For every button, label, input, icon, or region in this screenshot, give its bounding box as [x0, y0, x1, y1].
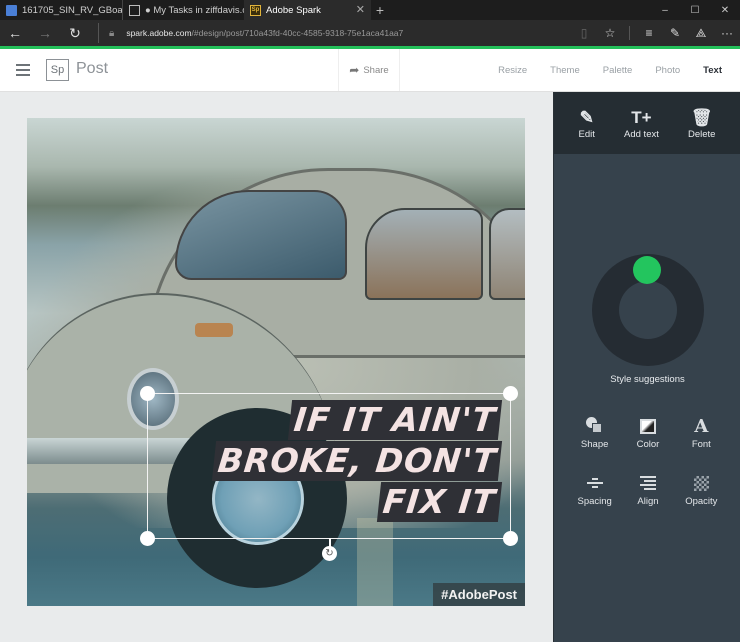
panel-top-tools: ✎ Edit T+ Add text 🗑 Delete	[554, 92, 740, 154]
tab-label: ● My Tasks in ziffdavis.com -	[145, 4, 244, 16]
more-icon[interactable]: ···	[714, 26, 740, 40]
dial-knob[interactable]	[633, 256, 661, 284]
new-tab-button[interactable]: +	[371, 0, 389, 20]
nav-theme[interactable]: Theme	[550, 65, 580, 76]
app-title: Post	[76, 60, 109, 77]
quote-line: BROKE, DON'T	[211, 441, 503, 481]
photo-rear-window	[489, 208, 525, 300]
browser-tab-gboard[interactable]: 161705_SIN_RV_GBoard for	[0, 0, 122, 20]
toolbar-divider	[629, 26, 630, 40]
pencil-icon: ✎	[579, 107, 594, 127]
browser-tab-bar: 161705_SIN_RV_GBoard for ● My Tasks in z…	[0, 0, 740, 20]
favorite-star-icon[interactable]: ☆	[597, 26, 623, 40]
shape-tool[interactable]: Shape	[568, 415, 621, 450]
tab-label: 161705_SIN_RV_GBoard for	[22, 4, 122, 16]
opacity-icon	[690, 472, 712, 494]
dial-center	[619, 281, 677, 339]
workspace: IF IT AIN'T BROKE, DON'T FIX IT ↻ #Adobe…	[0, 92, 553, 642]
add-text-button[interactable]: T+ Add text	[624, 107, 659, 140]
post-canvas[interactable]: IF IT AIN'T BROKE, DON'T FIX IT ↻ #Adobe…	[27, 118, 525, 606]
top-nav: Resize Theme Palette Photo Text	[475, 49, 722, 91]
align-label: Align	[637, 496, 659, 507]
color-label: Color	[636, 439, 660, 450]
minimize-button[interactable]: –	[650, 0, 680, 20]
forward-button[interactable]: →	[30, 25, 60, 41]
spark-logo: Sp	[46, 59, 69, 81]
quote-line: IF IT AIN'T	[288, 400, 503, 440]
quote-line: FIX IT	[377, 482, 503, 522]
font-label: Font	[691, 439, 711, 450]
browser-tab-adobe-spark[interactable]: Sp Adobe Spark ✕	[244, 0, 371, 20]
hashtag-badge: #AdobePost	[433, 583, 525, 606]
spark-icon: Sp	[250, 4, 261, 16]
resize-handle-bottom-right[interactable]	[503, 531, 518, 546]
browser-nav-bar: ← → ↻ 🔒︎ spark.adobe.com/#design/post/71…	[0, 20, 740, 46]
selected-text-box[interactable]: IF IT AIN'T BROKE, DON'T FIX IT ↻	[140, 386, 518, 561]
back-button[interactable]: ←	[0, 25, 30, 41]
align-icon	[637, 472, 659, 494]
opacity-tool[interactable]: Opacity	[675, 472, 728, 507]
window-controls: – ☐ ✕	[650, 0, 740, 20]
url-host: spark.adobe.com	[126, 28, 192, 38]
shape-label: Shape	[580, 439, 609, 450]
font-icon: A	[694, 415, 709, 437]
address-bar[interactable]: 🔒︎ spark.adobe.com/#design/post/710a43fd…	[98, 23, 568, 43]
add-text-icon: T+	[631, 107, 652, 127]
nav-text[interactable]: Text	[703, 65, 722, 76]
opacity-label: Opacity	[685, 496, 718, 507]
browser-toolbar: ▯ ☆ ≡ ✎ ⟁ ···	[571, 20, 740, 46]
resize-handle-bottom-left[interactable]	[140, 531, 155, 546]
color-tool[interactable]: Color	[621, 415, 674, 450]
share-button[interactable]: ➦ Share	[338, 49, 400, 91]
edit-button[interactable]: ✎ Edit	[579, 107, 595, 140]
quote-text[interactable]: IF IT AIN'T BROKE, DON'T FIX IT	[211, 400, 503, 523]
close-window-button[interactable]: ✕	[710, 0, 740, 20]
color-icon	[637, 415, 659, 437]
photo-indicator	[195, 323, 233, 337]
style-suggestions-label: Style suggestions	[610, 374, 685, 385]
add-text-label: Add text	[624, 128, 659, 140]
nav-resize[interactable]: Resize	[498, 65, 527, 76]
style-suggestions-dial[interactable]	[592, 254, 704, 366]
window-icon	[129, 4, 140, 16]
resize-handle-top-left[interactable]	[140, 386, 155, 401]
close-tab-icon[interactable]: ✕	[356, 3, 365, 16]
hub-icon[interactable]: ≡	[636, 26, 662, 40]
doc-icon	[6, 4, 17, 16]
spacing-tool[interactable]: Spacing	[568, 472, 621, 507]
url-text: spark.adobe.com/#design/post/710a43fd-40…	[126, 28, 403, 38]
shape-icon	[584, 415, 606, 437]
align-tool[interactable]: Align	[621, 472, 674, 507]
photo-side-window	[365, 208, 483, 300]
browser-tab-tasks[interactable]: ● My Tasks in ziffdavis.com -	[122, 0, 244, 20]
edit-label: Edit	[578, 128, 595, 140]
text-panel: ✎ Edit T+ Add text 🗑 Delete Style sugges…	[553, 92, 740, 642]
refresh-button[interactable]: ↻	[60, 25, 90, 42]
delete-button[interactable]: 🗑 Delete	[688, 107, 715, 140]
share-icon[interactable]: ⟁	[688, 26, 714, 41]
share-arrow-icon: ➦	[349, 63, 360, 77]
tab-label: Adobe Spark	[266, 4, 321, 16]
nav-photo[interactable]: Photo	[655, 65, 680, 76]
maximize-button[interactable]: ☐	[680, 0, 710, 20]
delete-label: Delete	[687, 128, 716, 140]
spacing-icon	[584, 472, 606, 494]
url-path: /#design/post/710a43fd-40cc-4585-9318-75…	[191, 28, 404, 38]
resize-handle-top-right[interactable]	[503, 386, 518, 401]
web-note-icon[interactable]: ✎	[662, 26, 688, 40]
menu-icon[interactable]	[16, 64, 30, 76]
share-label: Share	[363, 64, 389, 76]
rotate-handle-icon[interactable]: ↻	[322, 546, 337, 561]
font-tool[interactable]: A Font	[675, 415, 728, 451]
reading-view-icon[interactable]: ▯	[571, 26, 597, 40]
nav-palette[interactable]: Palette	[603, 65, 633, 76]
spacing-label: Spacing	[577, 496, 612, 507]
text-tools-grid: Shape Color A Font Spacing Align Opacity	[568, 415, 728, 508]
app-header: Sp Post ➦ Share Resize Theme Palette Pho…	[0, 49, 740, 92]
lock-icon: 🔒︎	[109, 27, 115, 39]
trash-icon: 🗑	[690, 107, 713, 127]
